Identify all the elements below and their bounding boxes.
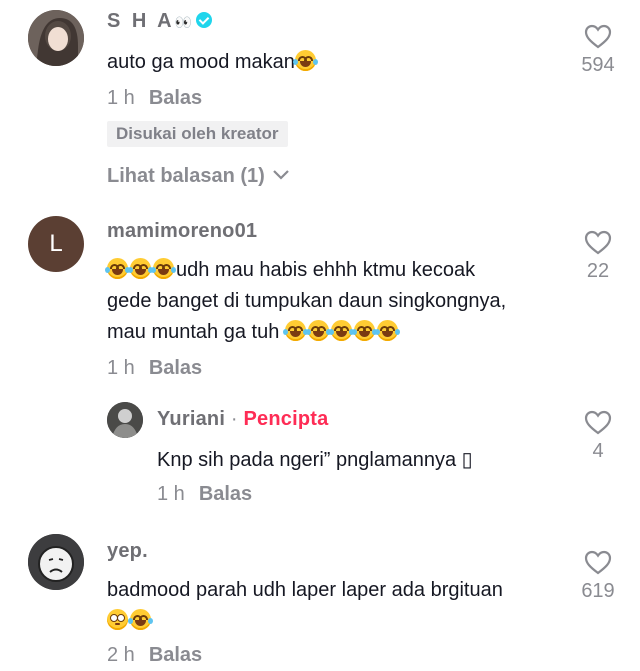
laughing-emoji [328, 320, 354, 341]
laughing-emoji [351, 320, 377, 341]
like-count: 4 [592, 440, 604, 462]
comment-item: S H A👀 auto ga mood makan 1 h Balas Disuk… [0, 0, 640, 200]
comment-item: L mamimoreno01 udh mau habis ehhh ktmu k… [0, 200, 640, 390]
comment-time: 1 h [107, 357, 135, 379]
avatar[interactable]: L [28, 216, 84, 272]
reply-username-row: Yuriani · Pencipta [157, 408, 328, 431]
reply-time: 1 h [157, 483, 185, 505]
like-button[interactable]: 22 [568, 230, 628, 283]
laughing-emoji [105, 258, 130, 279]
like-count: 619 [581, 580, 615, 602]
reply-meta: 1 h Balas [157, 483, 252, 506]
avatar-letter: L [49, 230, 63, 257]
comment-meta: 2 h Balas [107, 644, 202, 667]
separator: · [225, 408, 244, 430]
like-count: 594 [581, 54, 615, 76]
avatar-photo-icon [107, 402, 143, 438]
comment-text-line: mau muntah ga tuh [107, 317, 547, 348]
laughing-emoji [151, 258, 176, 279]
laughing-emoji [282, 320, 308, 341]
reply-item: Yuriani · Pencipta Knp sih pada ngeri” p… [0, 390, 640, 520]
avatar-photo-icon [28, 10, 84, 66]
flushed-emoji [107, 609, 128, 630]
chevron-down-icon [273, 170, 290, 180]
like-button[interactable]: 619 [568, 550, 628, 603]
laughing-emoji [128, 609, 153, 630]
heart-outline-icon [584, 24, 612, 49]
comment-meta: 1 h Balas [107, 357, 202, 380]
comment-text: badmood parah udh laper laper ada brgitu… [107, 575, 547, 637]
laughing-emoji [292, 50, 318, 71]
comment-time: 2 h [107, 644, 135, 666]
like-button[interactable]: 594 [568, 24, 628, 77]
reply-text: Knp sih pada ngeri” pnglamannya ▯ [157, 449, 473, 471]
comment-time: 1 h [107, 87, 135, 109]
creator-label: Pencipta [243, 408, 329, 430]
comment-username[interactable]: mamimoreno01 [107, 220, 257, 243]
eyes-emoji: 👀 [174, 14, 193, 30]
laughing-emoji [374, 320, 400, 341]
comment-text-line: gede banget di tumpukan daun singkongnya… [107, 290, 507, 312]
sad-face-avatar-icon [28, 534, 84, 590]
comment-meta: 1 h Balas [107, 87, 202, 110]
comment-username[interactable]: yep. [107, 540, 148, 563]
comment-text-line: udh mau habis ehhh ktmu kecoak [105, 255, 547, 286]
heart-outline-icon [584, 550, 612, 575]
like-count: 22 [586, 260, 610, 282]
liked-by-creator-badge: Disukai oleh kreator [107, 121, 288, 147]
comment-text: auto ga mood makan [107, 47, 318, 78]
like-button[interactable]: 4 [568, 410, 628, 463]
heart-outline-icon [584, 230, 612, 255]
comment-text: udh mau habis ehhh ktmu kecoak gede bang… [105, 255, 547, 348]
view-replies-button[interactable]: Lihat balasan (1) [107, 165, 290, 188]
reply-username[interactable]: Yuriani [157, 408, 225, 430]
heart-outline-icon [584, 410, 612, 435]
reply-button[interactable]: Balas [149, 87, 202, 109]
avatar[interactable] [107, 402, 143, 438]
laughing-emoji [305, 320, 331, 341]
comment-text-line [107, 606, 547, 637]
reply-button[interactable]: Balas [149, 644, 202, 666]
comment-text-line: badmood parah udh laper laper ada brgitu… [107, 579, 503, 601]
avatar[interactable] [28, 534, 84, 590]
comment-username[interactable]: S H A👀 [107, 10, 213, 33]
avatar[interactable] [28, 10, 84, 66]
verified-badge-icon [196, 12, 213, 28]
reply-button[interactable]: Balas [149, 357, 202, 379]
comment-item: yep. badmood parah udh laper laper ada b… [0, 520, 640, 671]
reply-button[interactable]: Balas [199, 483, 252, 505]
laughing-emoji [128, 258, 153, 279]
